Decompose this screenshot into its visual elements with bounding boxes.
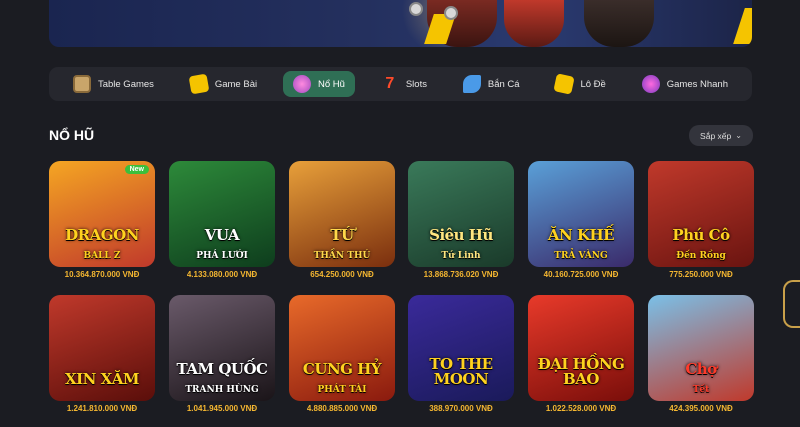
game-logo-subtitle: TRẢ VÀNG	[554, 251, 608, 261]
game-card[interactable]: ĐẠI HỒNG BAO 1.022.528.000 VNĐ	[528, 295, 634, 413]
game-thumbnail[interactable]: ĂN KHẾ TRẢ VÀNG	[528, 161, 634, 267]
nav-item-0[interactable]: Table Games	[63, 71, 164, 97]
game-thumbnail[interactable]: TO THE MOON	[408, 295, 514, 401]
game-logo-title: TAM QUỐC	[176, 360, 268, 378]
jackpot-amount: 40.160.725.000 VNĐ	[543, 270, 619, 279]
jackpot-amount: 1.022.528.000 VNĐ	[545, 404, 617, 413]
fish-icon	[462, 75, 481, 93]
dice-icon	[72, 75, 91, 93]
game-card[interactable]: Siêu Hũ Tứ Linh 13.868.736.020 VNĐ	[408, 161, 514, 279]
game-logo-title: DRAGON	[65, 226, 139, 244]
new-badge: New	[124, 165, 149, 174]
game-card[interactable]: DRAGON BALL Z New 10.364.870.000 VNĐ	[49, 161, 155, 279]
game-thumbnail[interactable]: ĐẠI HỒNG BAO	[528, 295, 634, 401]
jackpot-pot-icon	[293, 75, 311, 93]
nav-item-label: Nổ Hũ	[318, 78, 345, 90]
game-logo-title: TỨ	[330, 226, 354, 244]
banner-character-2	[504, 0, 564, 47]
game-logo-title: XIN XĂM	[65, 370, 139, 388]
game-thumbnail[interactable]: Chợ Tết	[648, 295, 754, 401]
game-logo-subtitle: Tứ Linh	[441, 251, 481, 261]
game-logo-title: CUNG HỶ	[302, 360, 382, 378]
game-logo-subtitle: TRANH HÙNG	[185, 385, 259, 395]
nav-item-label: Games Nhanh	[666, 78, 728, 90]
nav-item-label: Slots	[405, 78, 427, 90]
game-logo-subtitle: Đến Rồng	[676, 251, 726, 261]
game-card[interactable]: VUA PHÁ LƯỚI 4.133.080.000 VNĐ	[169, 161, 275, 279]
jackpot-amount: 424.395.000 VNĐ	[669, 404, 733, 413]
jackpot-amount: 1.041.945.000 VNĐ	[186, 404, 258, 413]
game-thumbnail[interactable]: CUNG HỶ PHÁT TÀI	[289, 295, 395, 401]
nav-item-label: Lô Đề	[580, 78, 606, 90]
nav-item-label: Table Games	[97, 78, 154, 90]
nav-item-4[interactable]: Bắn Cá	[453, 71, 530, 97]
game-thumbnail[interactable]: VUA PHÁ LƯỚI	[169, 161, 275, 267]
slot-seven-icon: 7	[385, 75, 395, 92]
game-thumbnail[interactable]: TỨ THẦN THÚ	[289, 161, 395, 267]
sort-button[interactable]: Sắp xếp ⌄	[689, 125, 753, 146]
nav-item-1[interactable]: Game Bài	[180, 71, 267, 97]
nav-item-6[interactable]: Games Nhanh	[632, 71, 738, 97]
game-card[interactable]: Chợ Tết 424.395.000 VNĐ	[648, 295, 754, 413]
game-card[interactable]: TO THE MOON 388.970.000 VNĐ	[408, 295, 514, 413]
poker-chip-icon	[444, 6, 458, 20]
banner-character-3	[584, 0, 654, 47]
game-logo-title: Phú Cô	[672, 226, 730, 244]
jackpot-amount: 775.250.000 VNĐ	[669, 270, 733, 279]
game-thumbnail[interactable]: TAM QUỐC TRANH HÙNG	[169, 295, 275, 401]
chevron-down-icon: ⌄	[735, 131, 742, 140]
jackpot-amount: 4.880.885.000 VNĐ	[306, 404, 378, 413]
jackpot-amount: 1.241.810.000 VNĐ	[66, 404, 138, 413]
game-logo-title: ĐẠI HỒNG BAO	[537, 355, 625, 388]
game-thumbnail[interactable]: Siêu Hũ Tứ Linh	[408, 161, 514, 267]
poker-chip-icon	[409, 2, 423, 16]
game-card[interactable]: XIN XĂM 1.241.810.000 VNĐ	[49, 295, 155, 413]
game-logo-title: Siêu Hũ	[429, 226, 493, 244]
lottery-ticket-icon	[553, 73, 576, 95]
rocket-icon	[641, 75, 660, 93]
game-card[interactable]: TỨ THẦN THÚ 654.250.000 VNĐ	[289, 161, 395, 279]
game-logo-title: ĂN KHẾ	[547, 226, 615, 244]
game-card[interactable]: Phú Cô Đến Rồng 775.250.000 VNĐ	[648, 161, 754, 279]
nav-item-5[interactable]: Lô Đề	[545, 71, 615, 97]
jackpot-amount: 4.133.080.000 VNĐ	[186, 270, 258, 279]
nav-item-2[interactable]: Nổ Hũ	[283, 71, 355, 97]
side-logo-icon	[783, 280, 800, 328]
game-logo-title: VUA	[204, 226, 240, 244]
jackpot-amount: 10.364.870.000 VNĐ	[64, 270, 140, 279]
section-title: NỔ HŨ	[49, 127, 95, 143]
promo-banner[interactable]	[49, 0, 752, 47]
game-card[interactable]: CUNG HỶ PHÁT TÀI 4.880.885.000 VNĐ	[289, 295, 395, 413]
jackpot-amount: 654.250.000 VNĐ	[310, 270, 374, 279]
sort-label: Sắp xếp	[700, 130, 732, 141]
jackpot-amount: 13.868.736.020 VNĐ	[423, 270, 499, 279]
game-logo-title: Chợ	[685, 360, 717, 378]
nav-item-label: Bắn Cá	[487, 78, 520, 90]
jackpot-amount: 388.970.000 VNĐ	[429, 404, 493, 413]
game-thumbnail[interactable]: Phú Cô Đến Rồng	[648, 161, 754, 267]
game-logo-subtitle: Tết	[692, 385, 710, 395]
cards-icon	[188, 73, 210, 95]
game-thumbnail[interactable]: DRAGON BALL Z New	[49, 161, 155, 267]
category-nav: Table Games Game Bài Nổ Hũ 7 Slots Bắn Cá Lô Đ…	[49, 67, 752, 101]
nav-item-3[interactable]: 7 Slots	[371, 71, 437, 97]
banner-logo-shape-2	[733, 8, 752, 44]
game-logo-subtitle: PHÁT TÀI	[317, 385, 367, 395]
game-logo-subtitle: BALL Z	[83, 251, 121, 261]
game-logo-title: TO THE MOON	[429, 355, 493, 388]
nav-item-label: Game Bài	[214, 78, 258, 90]
game-card[interactable]: TAM QUỐC TRANH HÙNG 1.041.945.000 VNĐ	[169, 295, 275, 413]
game-logo-subtitle: PHÁ LƯỚI	[196, 251, 248, 261]
game-logo-subtitle: THẦN THÚ	[313, 251, 371, 261]
game-thumbnail[interactable]: XIN XĂM	[49, 295, 155, 401]
game-card[interactable]: ĂN KHẾ TRẢ VÀNG 40.160.725.000 VNĐ	[528, 161, 634, 279]
